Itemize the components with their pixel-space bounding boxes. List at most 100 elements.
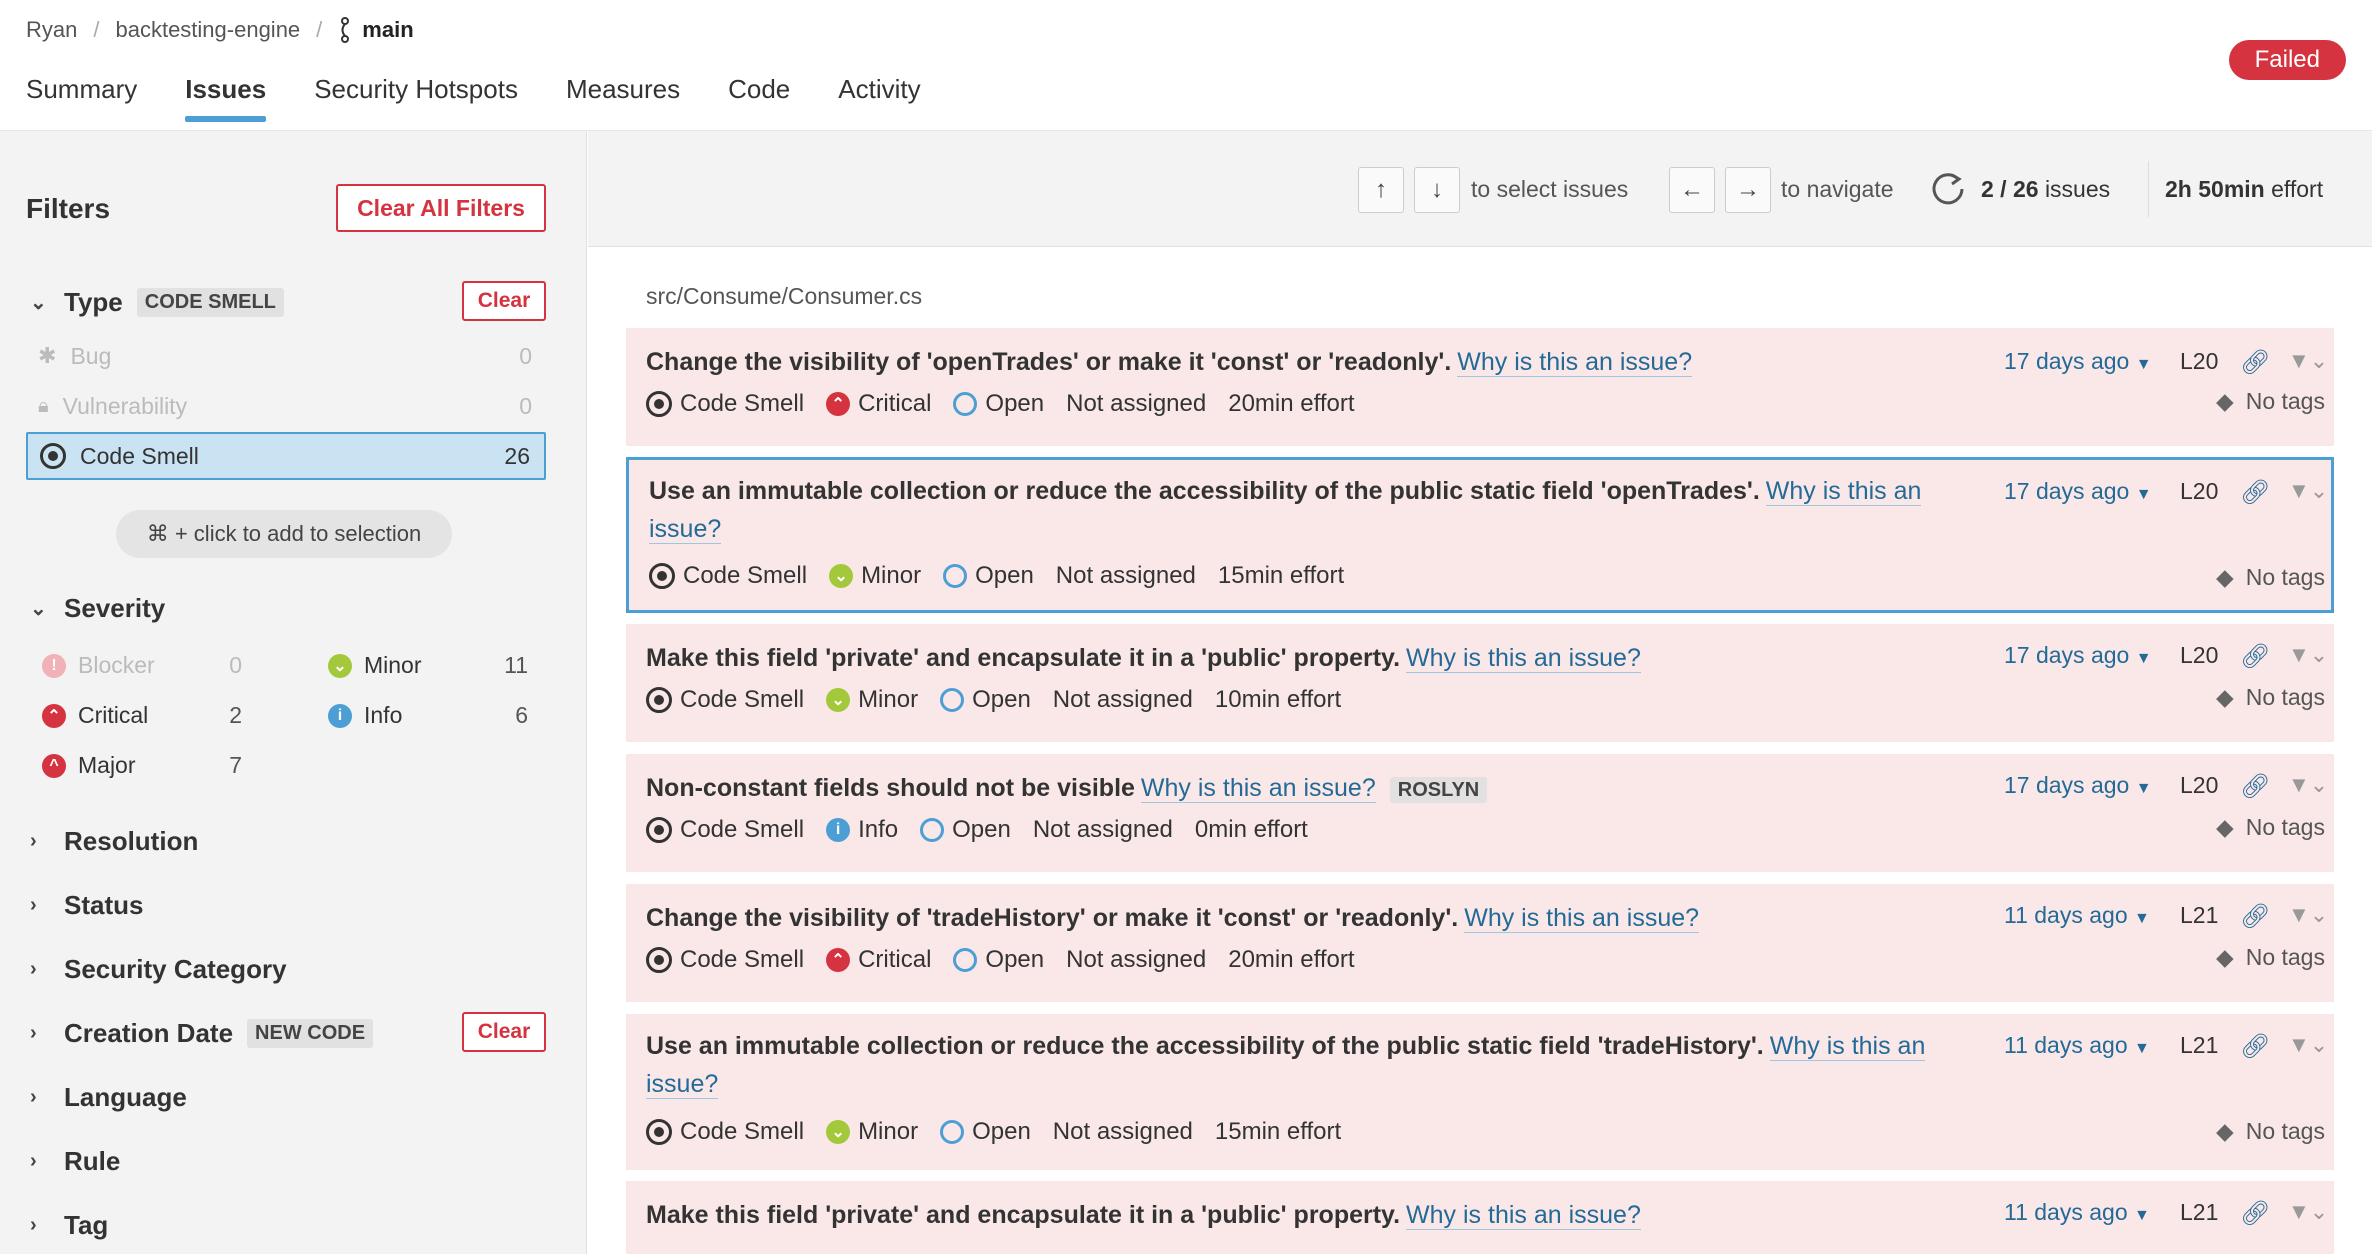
issue-age[interactable]: 11 days ago ▼ — [2004, 1199, 2150, 1226]
issue-assignee[interactable]: Not assigned — [1066, 946, 1206, 974]
filter-creation-date-header[interactable]: › Creation Date NEW CODE — [30, 1018, 374, 1049]
navigate-left-key[interactable]: ← — [1669, 167, 1715, 213]
issue-assignee[interactable]: Not assigned — [1056, 562, 1196, 590]
severity-item-info[interactable]: i Info 6 — [328, 702, 528, 729]
issue-age[interactable]: 11 days ago ▼ — [2004, 1032, 2150, 1059]
filter-rule-header[interactable]: › Rule — [30, 1146, 120, 1177]
issue-title[interactable]: Non-constant fields should not be visibl… — [646, 769, 1488, 809]
filter-similar-icon[interactable]: ▼⌄ — [2288, 902, 2328, 928]
issue-title[interactable]: Change the visibility of 'openTrades' or… — [646, 343, 1693, 381]
tab-security-hotspots[interactable]: Security Hotspots — [314, 74, 518, 120]
severity-item-major[interactable]: ^ Major 7 — [42, 752, 242, 779]
severity-item-critical[interactable]: ⌃ Critical 2 — [42, 702, 242, 729]
issue-effort[interactable]: 15min effort — [1215, 1118, 1341, 1146]
filter-similar-icon[interactable]: ▼⌄ — [2288, 348, 2328, 374]
why-link-cont[interactable]: issue? — [646, 1070, 719, 1099]
severity-item-blocker[interactable]: ! Blocker 0 — [42, 652, 242, 679]
issue-status[interactable]: Open — [940, 686, 1031, 714]
issue-type[interactable]: Code Smell — [646, 1118, 804, 1146]
why-link[interactable]: Why is this an issue? — [1457, 348, 1693, 377]
filter-similar-icon[interactable]: ▼⌄ — [2288, 478, 2328, 504]
filter-similar-icon[interactable]: ▼⌄ — [2288, 1032, 2328, 1058]
issue-status[interactable]: Open — [953, 390, 1044, 418]
issue-age[interactable]: 17 days ago ▼ — [2004, 348, 2152, 375]
type-item-bug[interactable]: ✱ Bug 0 — [26, 332, 546, 380]
issue-severity[interactable]: ⌃ Critical — [826, 390, 931, 418]
type-item-vulnerability[interactable]: 🔒︎ Vulnerability 0 — [26, 382, 546, 430]
issue-assignee[interactable]: Not assigned — [1066, 390, 1206, 418]
filter-status-header[interactable]: › Status — [30, 890, 143, 921]
filter-similar-icon[interactable]: ▼⌄ — [2288, 1199, 2328, 1225]
filter-resolution-header[interactable]: › Resolution — [30, 826, 198, 857]
issue-type[interactable]: Code Smell — [646, 686, 804, 714]
issue-type[interactable]: Code Smell — [649, 562, 807, 590]
tab-measures[interactable]: Measures — [566, 74, 680, 120]
issue-assignee[interactable]: Not assigned — [1053, 1118, 1193, 1146]
select-down-key[interactable]: ↓ — [1414, 167, 1460, 213]
issue-status[interactable]: Open — [943, 562, 1034, 590]
link-icon[interactable]: 🔗︎ — [2240, 1199, 2270, 1228]
clear-type-button[interactable]: Clear — [462, 281, 546, 321]
link-icon[interactable]: 🔗︎ — [2240, 348, 2270, 377]
clear-creation-date-button[interactable]: Clear — [462, 1012, 546, 1052]
tab-activity[interactable]: Activity — [838, 74, 920, 120]
issue-tags[interactable]: ◆ No tags — [2216, 388, 2325, 415]
issue-type[interactable]: Code Smell — [646, 816, 804, 844]
link-icon[interactable]: 🔗︎ — [2240, 772, 2270, 801]
filter-tag-header[interactable]: › Tag — [30, 1210, 108, 1241]
issue-status[interactable]: Open — [953, 946, 1044, 974]
tab-issues[interactable]: Issues — [185, 74, 266, 122]
issue-age[interactable]: 11 days ago ▼ — [2004, 902, 2150, 929]
select-up-key[interactable]: ↑ — [1358, 167, 1404, 213]
issue-tags[interactable]: ◆ No tags — [2216, 814, 2325, 841]
issue-card[interactable]: Make this field 'private' and encapsulat… — [626, 1181, 2334, 1254]
issue-title[interactable]: Use an immutable collection or reduce th… — [649, 472, 1969, 548]
issue-effort[interactable]: 20min effort — [1228, 390, 1354, 418]
link-icon[interactable]: 🔗︎ — [2240, 902, 2270, 931]
issue-type[interactable]: Code Smell — [646, 390, 804, 418]
issue-effort[interactable]: 20min effort — [1228, 946, 1354, 974]
why-link[interactable]: Why is this an issue? — [1406, 1201, 1641, 1230]
tab-summary[interactable]: Summary — [26, 74, 137, 120]
issue-age[interactable]: 17 days ago ▼ — [2004, 478, 2152, 505]
issue-assignee[interactable]: Not assigned — [1053, 686, 1193, 714]
issue-effort[interactable]: 0min effort — [1195, 816, 1308, 844]
breadcrumb-project[interactable]: backtesting-engine — [115, 17, 300, 43]
why-link[interactable]: Why is this an — [1769, 1032, 1926, 1061]
issue-status[interactable]: Open — [920, 816, 1011, 844]
issue-effort[interactable]: 10min effort — [1215, 686, 1341, 714]
filter-similar-icon[interactable]: ▼⌄ — [2288, 642, 2328, 668]
filter-language-header[interactable]: › Language — [30, 1082, 187, 1113]
breadcrumb-user[interactable]: Ryan — [26, 17, 77, 43]
link-icon[interactable]: 🔗︎ — [2240, 478, 2270, 507]
severity-item-minor[interactable]: ⌄ Minor 11 — [328, 652, 528, 679]
issue-severity[interactable]: ⌄ Minor — [829, 562, 921, 590]
clear-all-filters-button[interactable]: Clear All Filters — [336, 184, 546, 232]
issue-card-selected[interactable]: Use an immutable collection or reduce th… — [626, 457, 2334, 613]
issue-tags[interactable]: ◆ No tags — [2216, 684, 2325, 711]
branch-selector[interactable]: main — [338, 17, 414, 43]
issue-title[interactable]: Make this field 'private' and encapsulat… — [646, 639, 1641, 677]
issue-age[interactable]: 17 days ago ▼ — [2004, 772, 2152, 799]
issue-tags[interactable]: ◆ No tags — [2216, 1118, 2325, 1145]
why-link[interactable]: Why is this an — [1765, 477, 1922, 506]
filter-similar-icon[interactable]: ▼⌄ — [2288, 772, 2328, 798]
navigate-right-key[interactable]: → — [1725, 167, 1771, 213]
issue-card[interactable]: Change the visibility of 'tradeHistory' … — [626, 884, 2334, 1002]
issue-card[interactable]: Change the visibility of 'openTrades' or… — [626, 328, 2334, 446]
why-link-cont[interactable]: issue? — [649, 515, 722, 544]
issue-assignee[interactable]: Not assigned — [1033, 816, 1173, 844]
why-link[interactable]: Why is this an issue? — [1406, 644, 1641, 673]
reload-icon[interactable] — [1928, 169, 1968, 214]
issue-severity[interactable]: ⌄ Minor — [826, 686, 918, 714]
filter-severity-header[interactable]: ⌄ Severity — [30, 593, 165, 624]
issue-age[interactable]: 17 days ago ▼ — [2004, 642, 2152, 669]
why-link[interactable]: Why is this an issue? — [1140, 774, 1376, 803]
issue-severity[interactable]: i Info — [826, 816, 898, 844]
issue-title[interactable]: Make this field 'private' and encapsulat… — [646, 1196, 1641, 1234]
issue-severity[interactable]: ⌃ Critical — [826, 946, 931, 974]
link-icon[interactable]: 🔗︎ — [2240, 1032, 2270, 1061]
issue-title[interactable]: Change the visibility of 'tradeHistory' … — [646, 899, 1700, 937]
issue-card[interactable]: Use an immutable collection or reduce th… — [626, 1014, 2334, 1170]
issue-tags[interactable]: ◆ No tags — [2216, 944, 2325, 971]
